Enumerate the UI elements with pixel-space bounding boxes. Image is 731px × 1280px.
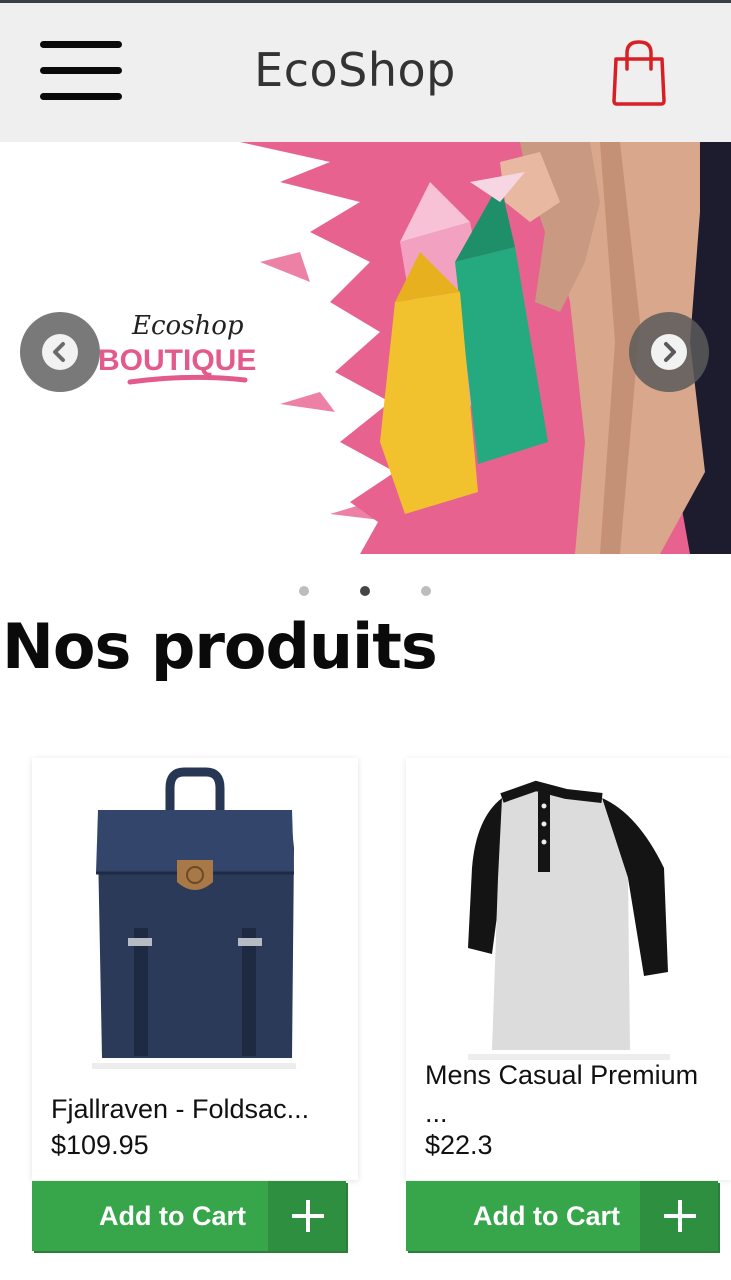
plus-icon bbox=[268, 1181, 346, 1251]
boutique-banner-image: Ecoshop BOUTIQUE bbox=[98, 142, 731, 554]
product-price: $22.3 bbox=[425, 1130, 493, 1160]
add-to-cart-button[interactable]: Add to Cart bbox=[32, 1181, 346, 1251]
promo-carousel[interactable]: Ecoshop BOUTIQUE bbox=[0, 142, 731, 554]
product-image bbox=[406, 758, 731, 1068]
carousel-dot-1[interactable] bbox=[299, 586, 309, 596]
add-to-cart-label: Add to Cart bbox=[473, 1201, 620, 1231]
product-image bbox=[32, 758, 358, 1069]
add-to-cart-label: Add to Cart bbox=[99, 1201, 246, 1231]
chevron-right-icon bbox=[651, 334, 687, 370]
banner-logo-word: BOUTIQUE bbox=[98, 344, 256, 377]
app-header: EcoShop bbox=[0, 3, 731, 142]
product-price: $109.95 bbox=[51, 1130, 149, 1160]
product-name-ellipsis: ... bbox=[425, 1098, 448, 1128]
product-name: Fjallraven - Foldsac... bbox=[51, 1094, 310, 1124]
carousel-dot-3[interactable] bbox=[421, 586, 431, 596]
add-to-cart-button[interactable]: Add to Cart bbox=[406, 1181, 718, 1251]
product-card[interactable]: Mens Casual Premium ... $22.3 bbox=[406, 758, 731, 1180]
section-title: Nos produits bbox=[2, 610, 438, 683]
hamburger-menu-icon[interactable] bbox=[40, 41, 124, 105]
product-card[interactable]: Fjallraven - Foldsac... $109.95 bbox=[32, 758, 358, 1180]
plus-icon bbox=[640, 1181, 718, 1251]
banner-logo-script: Ecoshop bbox=[131, 311, 244, 341]
product-name: Mens Casual Premium bbox=[425, 1060, 699, 1090]
carousel-dot-2[interactable] bbox=[360, 586, 370, 596]
carousel-indicators bbox=[0, 586, 731, 600]
shopping-bag-icon[interactable] bbox=[606, 39, 672, 107]
carousel-next-button[interactable] bbox=[629, 312, 709, 392]
chevron-left-icon bbox=[42, 334, 78, 370]
carousel-prev-button[interactable] bbox=[20, 312, 100, 392]
brand-title: EcoShop bbox=[254, 43, 456, 97]
